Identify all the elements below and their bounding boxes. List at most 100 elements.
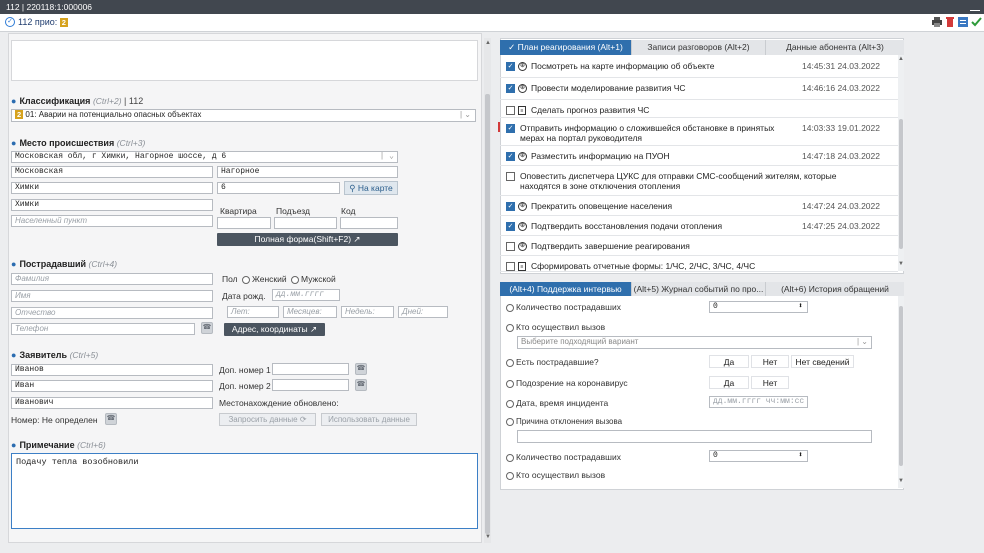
globe-icon: ⊕ (518, 84, 527, 93)
question-has-victims[interactable]: Есть пострадавшие? (506, 357, 599, 367)
location-title: ● Место происшествия (Ctrl+3) (11, 138, 146, 148)
description-textarea[interactable] (11, 40, 478, 81)
phone-icon[interactable]: ☎ (355, 379, 367, 391)
phone-icon[interactable]: ☎ (355, 363, 367, 375)
support-scrollbar[interactable]: ▼ (898, 296, 904, 488)
incident-datetime-input[interactable]: дд.мм.гггг чч:мм:сс (709, 396, 808, 408)
apartment-input[interactable] (217, 217, 271, 229)
years-input[interactable]: Лет: (227, 306, 279, 318)
scroll-down-icon[interactable]: ▼ (898, 478, 904, 484)
plan-item-checkbox[interactable]: ✓ (506, 84, 515, 93)
plan-item-checkbox[interactable] (506, 172, 515, 181)
plan-item[interactable]: ✓ Отправить информацию о сложившейся обст… (498, 118, 898, 146)
victim-patronymic-input[interactable]: Отчество (11, 307, 213, 319)
plan-item-checkbox[interactable]: ✓ (506, 152, 515, 161)
request-data-button[interactable]: Запросить данные ⟳ (219, 413, 316, 426)
question-covid[interactable]: Подозрение на коронавирус (506, 378, 628, 388)
question-who-called-2[interactable]: Кто осуществил вызов (506, 470, 605, 480)
has-victims-yes-button[interactable]: Да (709, 355, 749, 368)
plan-item[interactable]: Оповестить диспетчера ЦУКС для отправки … (500, 166, 898, 196)
print-icon[interactable] (932, 17, 942, 27)
form-icon[interactable] (958, 17, 968, 27)
covid-yes-button[interactable]: Да (709, 376, 749, 389)
covid-no-button[interactable]: Нет (751, 376, 789, 389)
plan-item[interactable]: ✓ ⊕ Подтвердить восстановления подачи отоп… (500, 216, 898, 236)
plan-item[interactable]: ≡ Сделать прогноз развития ЧС (500, 100, 898, 118)
scroll-thumb[interactable] (899, 306, 903, 466)
sex-female-radio[interactable] (242, 275, 250, 284)
tab-call-records[interactable]: Записи разговоров (Alt+2) (632, 40, 766, 55)
victim-phone-input[interactable]: Телефон (11, 323, 195, 335)
code-input[interactable] (340, 217, 398, 229)
victim-surname-input[interactable]: Фамилия (11, 273, 213, 285)
sex-male-radio[interactable] (291, 275, 300, 284)
use-data-button[interactable]: Использовать данные (321, 413, 417, 426)
street-input[interactable]: Нагорное (217, 166, 398, 178)
tab-event-log[interactable]: (Alt+5) Журнал событий по про... (632, 282, 766, 296)
question-victims-count[interactable]: Количество пострадавших (506, 302, 621, 312)
city2-input[interactable]: Химки (11, 199, 213, 211)
settlement-input[interactable]: Населенный пункт (11, 215, 213, 227)
plan-item[interactable]: ✓ ⊕ Посмотреть на карте информацию об объе… (500, 56, 898, 78)
question-who-called[interactable]: Кто осуществил вызов (506, 322, 605, 332)
victim-name-input[interactable]: Имя (11, 290, 213, 302)
plan-item-checkbox[interactable]: ✓ (506, 124, 515, 133)
question-victims-count-2[interactable]: Количество пострадавших (506, 452, 621, 462)
days-input[interactable]: Дней: (398, 306, 448, 318)
note-textarea[interactable]: Подачу тепла возобновили (11, 453, 478, 529)
scroll-thumb[interactable] (485, 94, 490, 534)
on-map-button[interactable]: ⚲ На карте (344, 181, 398, 195)
phone-icon[interactable]: ☎ (105, 413, 117, 425)
house-input[interactable]: 6 (217, 182, 340, 194)
tab-call-history[interactable]: (Alt+6) История обращений (766, 282, 904, 296)
question-incident-datetime[interactable]: Дата, время инцидента (506, 398, 608, 408)
plan-item-checkbox[interactable] (506, 262, 515, 271)
has-victims-noinfo-button[interactable]: Нет сведений (791, 355, 854, 368)
plan-item[interactable]: ✓ ⊕ Провести моделирование развития ЧС 14:4… (500, 78, 898, 100)
plan-item-checkbox[interactable]: ✓ (506, 62, 515, 71)
plan-item[interactable]: ✓ ⊕ Прекратить оповещение населения 14:47:2… (500, 196, 898, 216)
plan-item-checkbox[interactable]: ✓ (506, 202, 515, 211)
address-input[interactable]: Московская обл, г Химки, Нагорное шоссе,… (11, 151, 398, 163)
extra-phone1-input[interactable] (272, 363, 349, 375)
full-form-button[interactable]: Полная форма(Shift+F2) ↗ (217, 233, 398, 246)
plan-item-checkbox[interactable]: ✓ (506, 222, 515, 231)
scroll-down-icon[interactable]: ▼ (485, 534, 491, 540)
scroll-up-icon[interactable]: ▲ (898, 56, 904, 62)
address-coords-button[interactable]: Адрес, координаты ↗ (224, 323, 325, 336)
who-called-select[interactable]: Выберите подходящий вариант | ⌄ (517, 336, 872, 349)
delete-icon[interactable] (945, 17, 955, 27)
reject-reason-input[interactable] (517, 430, 872, 443)
minimize-button[interactable] (970, 1, 980, 11)
months-input[interactable]: Месяцев: (283, 306, 337, 318)
applicant-patronymic-input[interactable]: Иванович (11, 397, 213, 409)
scroll-down-icon[interactable]: ▼ (898, 261, 904, 267)
phone-icon[interactable]: ☎ (201, 322, 213, 334)
tab-interview-support[interactable]: (Alt+4) Поддержка интервью (500, 282, 632, 296)
question-reject-reason[interactable]: Причина отклонения вызова (506, 417, 622, 426)
tab-subscriber-data[interactable]: Данные абонента (Alt+3) (766, 40, 904, 55)
plan-item[interactable]: ✓ ⊕ Разместить информацию на ПУОН 14:47:18 … (500, 146, 898, 166)
form-scrollbar[interactable]: ▲ ▼ (484, 38, 491, 543)
has-victims-no-button[interactable]: Нет (751, 355, 789, 368)
scroll-thumb[interactable] (899, 119, 903, 249)
applicant-surname-input[interactable]: Иванов (11, 364, 213, 376)
plan-item[interactable]: ⊕ Подтвердить завершение реагирования (500, 236, 898, 256)
tab-response-plan[interactable]: ✓ План реагирования (Alt+1) (500, 40, 632, 55)
plan-item-checkbox[interactable] (506, 242, 515, 251)
plan-scrollbar[interactable]: ▲ ▼ (898, 55, 904, 271)
weeks-input[interactable]: Недель: (341, 306, 394, 318)
scroll-up-icon[interactable]: ▲ (485, 40, 491, 46)
confirm-check-icon[interactable] (971, 17, 982, 27)
dob-input[interactable]: дд.мм.гггг (272, 289, 340, 301)
entrance-input[interactable] (274, 217, 337, 229)
extra-phone2-input[interactable] (272, 379, 349, 391)
classification-select[interactable]: 2 01: Аварии на потенциально опасных объ… (11, 109, 476, 122)
plan-item[interactable]: ≡ Сформировать отчетные формы: 1/ЧС, 2/ЧС… (500, 256, 898, 272)
region-input[interactable]: Московская (11, 166, 213, 178)
victims-count-stepper-2[interactable]: 0 ⬍ (709, 450, 808, 462)
plan-item-checkbox[interactable] (506, 106, 515, 115)
victims-count-stepper[interactable]: 0 ⬍ (709, 301, 808, 313)
applicant-name-input[interactable]: Иван (11, 380, 213, 392)
city-input[interactable]: Химки (11, 182, 213, 194)
